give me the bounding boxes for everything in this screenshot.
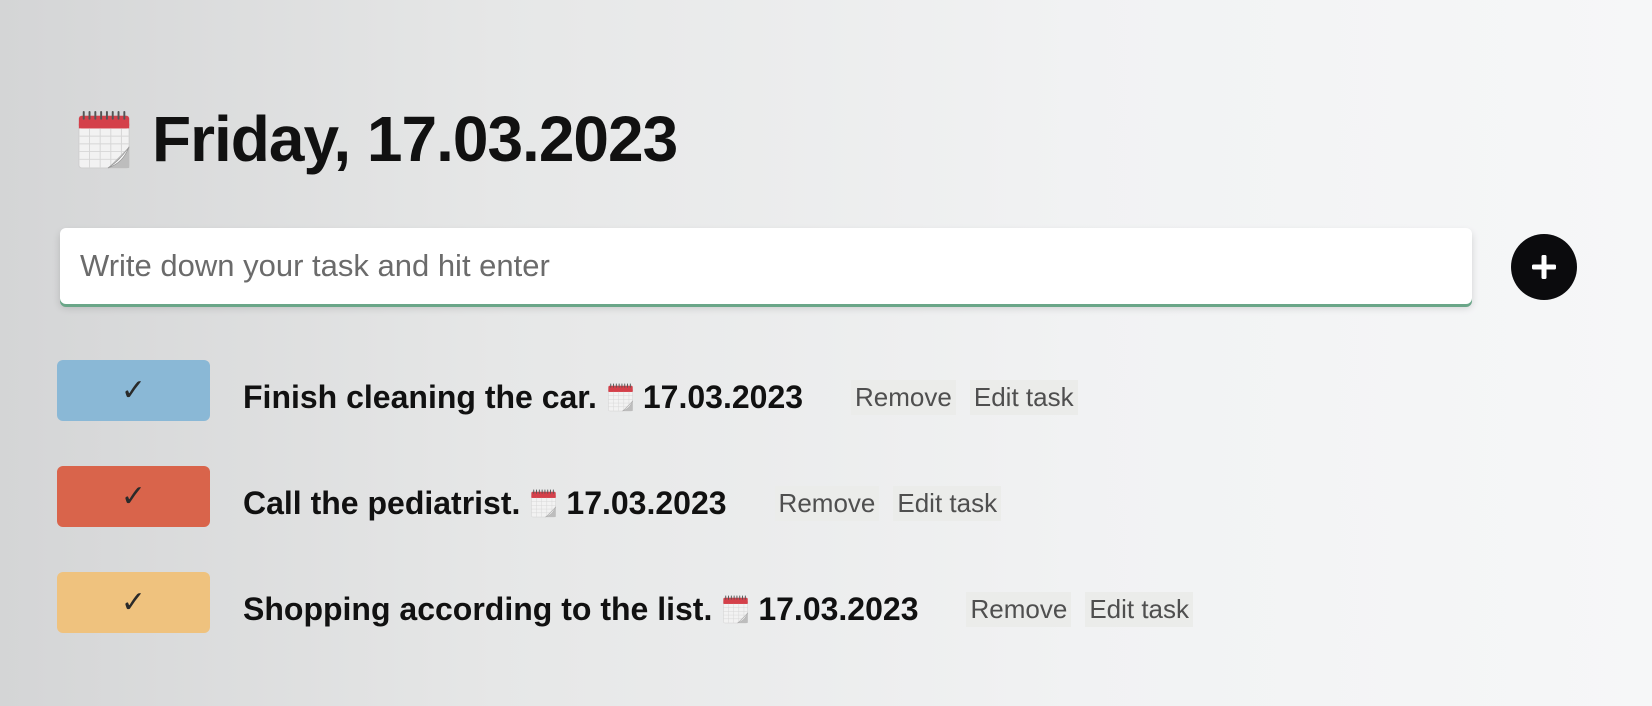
edit-task-button[interactable]: Edit task <box>969 379 1078 415</box>
task-item: ✓ Finish cleaning the car. 17.03.2023 Re… <box>57 359 1193 421</box>
complete-task-button[interactable]: ✓ <box>57 465 210 527</box>
task-item: ✓ Shopping according to the list. 17.03.… <box>57 571 1194 633</box>
task-input-wrapper <box>60 228 1472 304</box>
task-label: Shopping according to the list. <box>243 590 713 627</box>
task-input[interactable] <box>60 228 1472 304</box>
checkmark-icon: ✓ <box>120 585 147 619</box>
calendar-icon <box>530 488 558 518</box>
task-list: ✓ Finish cleaning the car. 17.03.2023 Re… <box>57 359 1194 677</box>
calendar-icon <box>722 594 750 624</box>
remove-task-button[interactable]: Remove <box>966 591 1072 627</box>
task-date: 17.03.2023 <box>566 484 727 521</box>
plus-icon <box>1532 255 1556 279</box>
task-text: Call the pediatrist. 17.03.2023 <box>243 485 727 522</box>
checkmark-icon: ✓ <box>120 373 147 407</box>
page-title: Friday, 17.03.2023 <box>152 102 678 175</box>
task-date: 17.03.2023 <box>642 378 804 415</box>
task-label: Finish cleaning the car. <box>243 378 597 415</box>
complete-task-button[interactable]: ✓ <box>57 359 210 421</box>
remove-task-button[interactable]: Remove <box>774 485 880 521</box>
edit-task-button[interactable]: Edit task <box>893 485 1002 521</box>
task-date: 17.03.2023 <box>758 590 919 627</box>
page-header: Friday, 17.03.2023 <box>76 64 678 214</box>
add-task-button[interactable] <box>1511 234 1577 300</box>
complete-task-button[interactable]: ✓ <box>57 571 210 633</box>
remove-task-button[interactable]: Remove <box>851 379 956 415</box>
calendar-icon <box>607 382 635 412</box>
task-label: Call the pediatrist. <box>243 484 521 521</box>
edit-task-button[interactable]: Edit task <box>1085 591 1194 627</box>
task-item: ✓ Call the pediatrist. 17.03.2023 Remove… <box>57 465 1193 527</box>
calendar-icon <box>76 108 134 170</box>
task-text: Shopping according to the list. 17.03.20… <box>243 591 918 628</box>
checkmark-icon: ✓ <box>120 479 147 513</box>
task-text: Finish cleaning the car. 17.03.2023 <box>243 379 803 416</box>
